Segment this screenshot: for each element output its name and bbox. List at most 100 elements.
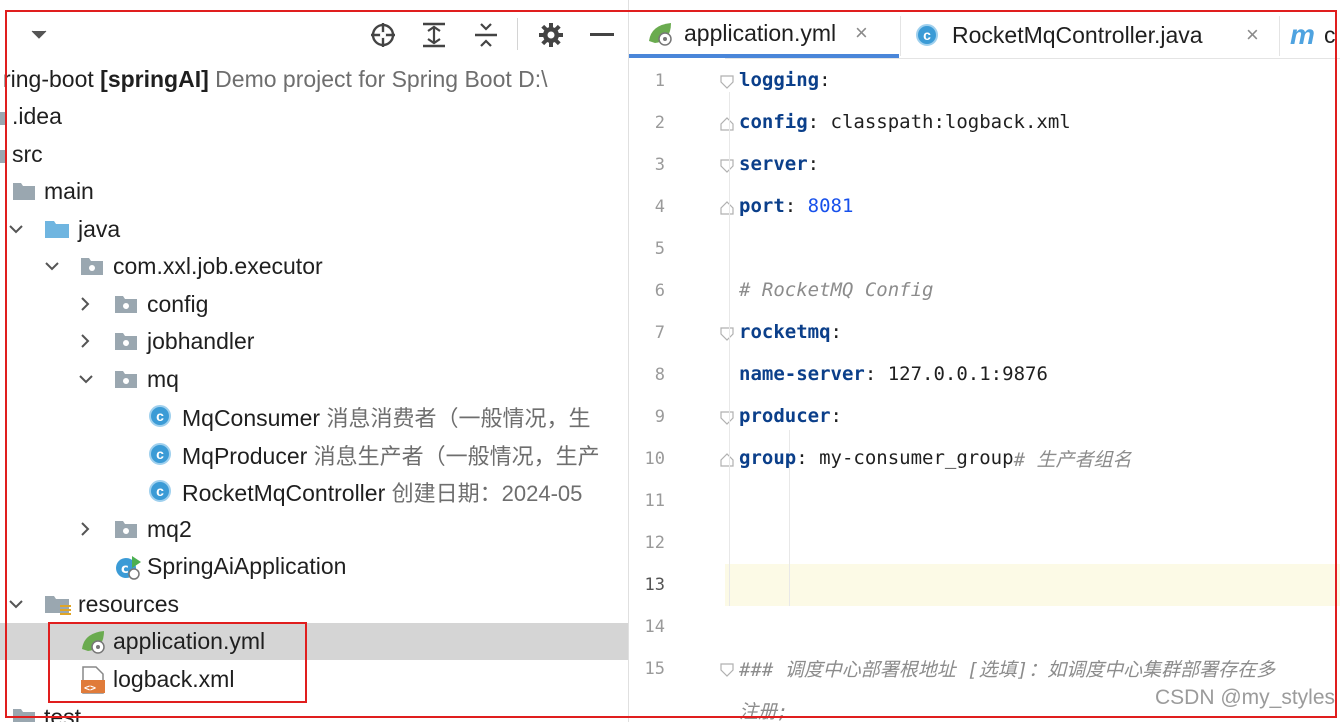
crosshair-icon[interactable] bbox=[368, 20, 398, 50]
code-line-8[interactable]: name-server: 127.0.0.1:9876 bbox=[739, 353, 1048, 395]
yaml-comment: # RocketMQ Config bbox=[739, 279, 934, 301]
code-line-10[interactable]: group: my-consumer_group # 生产者组名 bbox=[739, 437, 1131, 479]
tree-item-main[interactable]: main bbox=[0, 173, 628, 210]
tree-item-jobhandler[interactable]: jobhandler bbox=[0, 323, 628, 360]
fold-open-icon[interactable] bbox=[720, 663, 734, 677]
tree-description: 创建日期：2024-05 bbox=[391, 480, 583, 506]
tree-item-root[interactable]: ring-boot [springAI] Demo project for Sp… bbox=[0, 61, 628, 98]
tree-label: logback.xml bbox=[113, 666, 235, 692]
tree-item-idea[interactable]: .idea bbox=[0, 98, 628, 135]
yaml-number: 8081 bbox=[807, 195, 854, 217]
fold-open-icon[interactable] bbox=[720, 159, 734, 173]
tab-maven[interactable]: m c bbox=[1280, 12, 1340, 58]
tree-item-spring-app[interactable]: c SpringAiApplication bbox=[0, 548, 628, 585]
tree-label: src bbox=[12, 141, 43, 167]
tree-label: com.xxl.job.executor bbox=[113, 253, 323, 279]
watermark: CSDN @my_styles bbox=[1154, 686, 1335, 709]
folder-icon bbox=[0, 105, 8, 127]
line-number: 4 bbox=[654, 197, 665, 217]
chevron-right-icon[interactable] bbox=[76, 520, 94, 538]
chevron-down-icon[interactable] bbox=[24, 20, 54, 50]
tree-item-src[interactable]: src bbox=[0, 136, 628, 173]
tree-item-config[interactable]: config bbox=[0, 286, 628, 323]
chevron-down-icon[interactable] bbox=[43, 257, 61, 275]
gear-icon[interactable] bbox=[536, 20, 566, 50]
tree-item-rocket-controller[interactable]: c RocketMqController 创建日期：2024-05 bbox=[0, 473, 628, 510]
tab-label: RocketMqController.java bbox=[952, 21, 1203, 48]
tree-label: test bbox=[44, 704, 82, 722]
tree-item-mq[interactable]: mq bbox=[0, 361, 628, 398]
chevron-right-icon[interactable] bbox=[76, 332, 94, 350]
tree-item-test[interactable]: test bbox=[0, 699, 628, 722]
chevron-down-icon[interactable] bbox=[77, 370, 95, 388]
close-icon[interactable]: × bbox=[855, 20, 868, 46]
expand-all-icon[interactable] bbox=[419, 20, 449, 50]
tree-item-package[interactable]: com.xxl.job.executor bbox=[0, 248, 628, 285]
toolbar-separator bbox=[517, 18, 518, 50]
package-icon bbox=[114, 293, 137, 315]
source-folder-icon bbox=[44, 218, 69, 240]
line-number: 6 bbox=[654, 281, 665, 301]
close-icon[interactable]: × bbox=[1246, 22, 1259, 48]
code-line-16[interactable]: 注册; bbox=[739, 689, 788, 722]
tab-rocketmq-controller[interactable]: c RocketMqController.java × bbox=[901, 12, 1279, 58]
tree-label: jobhandler bbox=[147, 328, 255, 354]
yaml-key: name-server bbox=[739, 363, 865, 385]
code-line-6[interactable]: # RocketMQ Config bbox=[739, 269, 933, 311]
yaml-key: group bbox=[739, 447, 797, 469]
fold-end-icon[interactable] bbox=[720, 453, 734, 467]
tree-item-application-yml[interactable]: application.yml bbox=[0, 623, 628, 660]
tree-item-java[interactable]: java bbox=[0, 211, 628, 248]
yaml-key: server bbox=[739, 153, 808, 175]
tree-item-mq-producer[interactable]: c MqProducer 消息生产者（一般情况，生产 bbox=[0, 436, 628, 473]
collapse-all-icon[interactable] bbox=[471, 20, 501, 50]
chevron-down-icon[interactable] bbox=[7, 220, 25, 238]
tab-application-yml[interactable]: application.yml × bbox=[629, 12, 899, 58]
editor-panel: application.yml × c RocketMqController.j… bbox=[628, 0, 1340, 722]
folder-icon bbox=[0, 143, 8, 165]
minus-icon[interactable] bbox=[587, 20, 617, 50]
package-icon bbox=[80, 255, 103, 277]
project-module: [springAI] bbox=[100, 66, 209, 92]
svg-text:<>: <> bbox=[84, 683, 96, 694]
tree-item-mq-consumer[interactable]: c MqConsumer 消息消费者（一般情况，生 bbox=[0, 398, 628, 435]
project-path: D:\ bbox=[518, 66, 548, 92]
fold-end-icon[interactable] bbox=[720, 201, 734, 215]
line-number: 7 bbox=[654, 323, 665, 343]
class-icon: c bbox=[149, 443, 171, 465]
code-line-7[interactable]: rocketmq: bbox=[739, 311, 842, 353]
tree-item-resources[interactable]: resources bbox=[0, 586, 628, 623]
tree-label: .idea bbox=[12, 103, 62, 129]
code-line-4[interactable]: port: 8081 bbox=[739, 185, 853, 227]
fold-end-icon[interactable] bbox=[720, 117, 734, 131]
project-panel: ring-boot [springAI] Demo project for Sp… bbox=[0, 0, 628, 722]
chevron-down-icon[interactable] bbox=[7, 595, 25, 613]
class-icon: c bbox=[149, 405, 171, 427]
tree-label: config bbox=[147, 291, 209, 317]
line-number: 15 bbox=[644, 659, 665, 679]
code-line-9[interactable]: producer: bbox=[739, 395, 842, 437]
yaml-key: config bbox=[739, 111, 808, 133]
tree-label: RocketMqController bbox=[182, 479, 386, 506]
code-line-2[interactable]: config: classpath:logback.xml bbox=[739, 101, 1071, 143]
tree-label: application.yml bbox=[113, 628, 266, 654]
project-toolbar bbox=[0, 12, 628, 58]
tree-label: mq bbox=[147, 366, 179, 392]
line-number: 11 bbox=[644, 491, 665, 511]
maven-icon: m bbox=[1290, 19, 1315, 50]
fold-open-icon[interactable] bbox=[720, 327, 734, 341]
tree-item-logback-xml[interactable]: <> logback.xml bbox=[0, 661, 628, 698]
code-line-15[interactable]: ### 调度中心部署根地址 [选填]：如调度中心集群部署存在多 bbox=[739, 647, 1275, 689]
tree-description: 消息生产者（一般情况，生产 bbox=[313, 443, 600, 469]
code-line-1[interactable]: logging: bbox=[739, 59, 831, 101]
tree-label: java bbox=[78, 216, 121, 242]
code-line-3[interactable]: server: bbox=[739, 143, 819, 185]
xml-file-icon: <> bbox=[80, 666, 105, 694]
chevron-right-icon[interactable] bbox=[76, 295, 94, 313]
tree-item-mq2[interactable]: mq2 bbox=[0, 511, 628, 548]
fold-open-icon[interactable] bbox=[720, 75, 734, 89]
package-icon bbox=[114, 368, 137, 390]
fold-open-icon[interactable] bbox=[720, 411, 734, 425]
tree-label: MqConsumer bbox=[182, 404, 321, 431]
yaml-key: rocketmq bbox=[739, 321, 831, 343]
